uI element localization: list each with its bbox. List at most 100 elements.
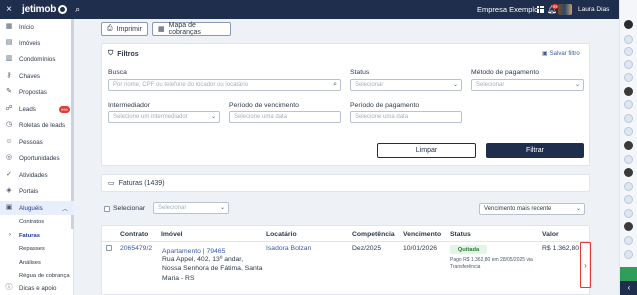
rail-avatar[interactable] (624, 209, 633, 218)
search-input[interactable]: Por nome, CPF ou telefone do locador ou … (108, 79, 341, 91)
sidebar-item-label: Atividades (19, 171, 48, 179)
company-name[interactable]: Empresa Exemplo (477, 5, 538, 14)
rail-avatar[interactable] (624, 47, 633, 56)
sidebar-item-inicio[interactable]: ▦ Início (0, 20, 74, 34)
user-avatar[interactable] (558, 4, 572, 15)
chevron-down-icon: ⌄ (574, 82, 580, 88)
sort-value: Vencimento mais recente (484, 206, 552, 212)
sidebar-subitem-contratos[interactable]: Contratos (19, 219, 44, 225)
sidebar-item-leads[interactable]: ☍ Leads 999 (0, 102, 74, 116)
select-all-label: Selecionar (113, 205, 146, 212)
bulk-action-select[interactable]: Selecionar ⌄ (153, 202, 229, 214)
close-icon[interactable]: × (0, 4, 18, 15)
payment-method-label: Método de pagamento (471, 69, 540, 76)
leads-icon: ☍ (5, 105, 13, 112)
search-icon[interactable]: ⌕ (75, 4, 80, 15)
sidebar-item-label: Imóveis (19, 39, 41, 47)
sidebar-subitem-regua[interactable]: Régua de cobrança (19, 273, 70, 279)
sidebar-subitem-analises[interactable]: Análises (19, 260, 41, 266)
sidebar-item-label: Pessoas (19, 138, 43, 146)
chevron-up-icon: ︿ (62, 206, 69, 213)
status-placeholder: Selecionar (355, 82, 384, 88)
rail-avatar[interactable] (624, 182, 633, 191)
search-placeholder: Por nome, CPF ou telefone do locador ou … (113, 82, 249, 88)
sidebar-item-atividades[interactable]: ✓ Atividades (0, 168, 74, 182)
due-date-value: 10/01/2026 (403, 245, 438, 252)
rail-avatar[interactable] (624, 195, 633, 204)
due-period-input[interactable]: Selecione uma data (229, 111, 341, 123)
check-icon: ✓ (6, 171, 12, 178)
rail-avatar[interactable] (624, 35, 633, 44)
column-imovel[interactable]: Imóvel (161, 231, 183, 238)
sidebar-item-label: Propostas (19, 88, 47, 96)
roulette-icon: ◷ (5, 121, 13, 128)
sidebar-subitem-faturas[interactable]: Faturas (19, 233, 40, 239)
status-select[interactable]: Selecionar ⌄ (350, 79, 462, 91)
column-status[interactable]: Status (450, 231, 471, 238)
rail-avatar[interactable] (624, 250, 633, 259)
column-vencimento[interactable]: Vencimento (403, 231, 441, 238)
jetimob-logo[interactable]: jetimob (22, 4, 68, 15)
sidebar-item-chaves[interactable]: ⚷ Chaves (0, 69, 74, 83)
save-filter-link[interactable]: ▣ Salvar filtro (542, 50, 580, 58)
column-contrato[interactable]: Contrato (120, 231, 148, 238)
chat-button[interactable] (620, 267, 637, 281)
due-period-placeholder: Selecione uma data (234, 114, 288, 120)
sidebar-item-imoveis[interactable]: ▤ Imóveis (0, 36, 74, 50)
apps-grid-icon[interactable] (537, 6, 544, 13)
property-link[interactable]: Apartamento | 79465 (162, 248, 225, 255)
rail-avatar[interactable] (624, 222, 633, 231)
sidebar-item-oportunidades[interactable]: ◎ Oportunidades (0, 151, 74, 165)
sidebar-item-dicas[interactable]: ⓘ Dicas e apoio (0, 281, 74, 295)
intermediador-select[interactable]: Selecione um intermediador ⌄ (108, 111, 220, 123)
payment-period-input[interactable]: Selecione uma data (350, 111, 462, 123)
key-icon: ⚷ (6, 72, 12, 79)
select-all-checkbox[interactable] (104, 206, 110, 212)
chevron-right-icon: › (584, 260, 587, 270)
sidebar-item-label: Portais (19, 187, 39, 195)
rail-avatar[interactable] (624, 87, 633, 96)
column-competencia[interactable]: Competência (352, 231, 395, 238)
sidebar-item-portais[interactable]: ◈ Portais (0, 184, 74, 198)
filter-button[interactable]: Filtrar (486, 143, 584, 158)
payment-method-placeholder: Selecionar (476, 82, 505, 88)
rail-avatar[interactable] (624, 60, 633, 69)
intermediador-label: Intermediador (108, 102, 150, 109)
people-icon: ☺ (5, 138, 13, 145)
collapse-rail-button[interactable]: ‹ (620, 281, 637, 295)
status-badge: Quitada (450, 245, 487, 254)
print-button[interactable]: ⎙ Imprimir (101, 22, 148, 36)
rail-avatar[interactable] (624, 141, 633, 150)
payment-period-label: Período de pagamento (350, 102, 420, 109)
payment-method-select[interactable]: Selecionar ⌄ (471, 79, 584, 91)
row-checkbox[interactable] (106, 245, 112, 251)
rail-avatar[interactable] (624, 236, 633, 245)
contract-link[interactable]: 2065479/2 (120, 245, 152, 252)
sidebar-item-roletas[interactable]: ◷ Roletas de leads (0, 118, 74, 132)
sort-select[interactable]: Vencimento mais recente ⌄ (479, 203, 585, 215)
sidebar-item-condominios[interactable]: ▥ Condomínios (0, 52, 74, 66)
sidebar-item-alugueis[interactable]: ▣ Aluguéis ︿ (0, 201, 74, 215)
due-period-label: Período de vencimento (229, 102, 299, 109)
rail-avatar[interactable] (624, 73, 633, 82)
column-valor[interactable]: Valor (542, 231, 559, 238)
billing-map-button[interactable]: ▦ Mapa de cobranças (152, 22, 231, 36)
sidebar-item-label: Início (19, 23, 34, 31)
row-details-button[interactable]: › (580, 242, 591, 288)
rail-avatar[interactable] (624, 127, 633, 136)
rail-avatar[interactable] (624, 155, 633, 164)
rail-avatar[interactable] (624, 20, 633, 29)
rail-avatar[interactable] (624, 100, 633, 109)
rail-avatar[interactable] (624, 168, 633, 177)
chevron-down-icon: ⌄ (210, 114, 216, 120)
sidebar-subitem-repasses[interactable]: Repasses (19, 246, 45, 252)
proposal-icon: ✎ (6, 88, 12, 95)
chevron-down-icon: ⌄ (219, 205, 225, 211)
tenant-link[interactable]: Isadora Bolzan (266, 245, 311, 252)
sidebar-item-pessoas[interactable]: ☺ Pessoas (0, 135, 74, 149)
rail-avatar[interactable] (624, 114, 633, 123)
user-name[interactable]: Laura Dias (578, 6, 609, 13)
sidebar-item-propostas[interactable]: ✎ Propostas (0, 85, 74, 99)
column-locatario[interactable]: Locatário (266, 231, 297, 238)
clear-button[interactable]: Limpar (377, 143, 476, 158)
